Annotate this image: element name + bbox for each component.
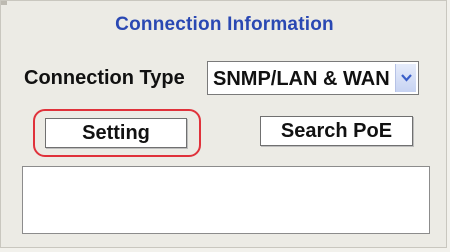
search-poe-button[interactable]: Search PoE — [260, 116, 413, 146]
panel-title: Connection Information — [115, 14, 334, 35]
dropdown-arrow-button[interactable] — [395, 64, 416, 92]
setting-button[interactable]: Setting — [45, 118, 187, 148]
connection-information-panel: Connection Information Connection Type S… — [0, 0, 447, 248]
panel-corner-mark — [1, 1, 7, 5]
connection-type-label: Connection Type — [24, 67, 185, 89]
device-list-box[interactable] — [22, 166, 430, 234]
chevron-down-icon — [401, 74, 412, 82]
connection-type-value: SNMP/LAN & WAN — [213, 68, 390, 90]
connection-type-select[interactable]: SNMP/LAN & WAN — [207, 61, 419, 95]
